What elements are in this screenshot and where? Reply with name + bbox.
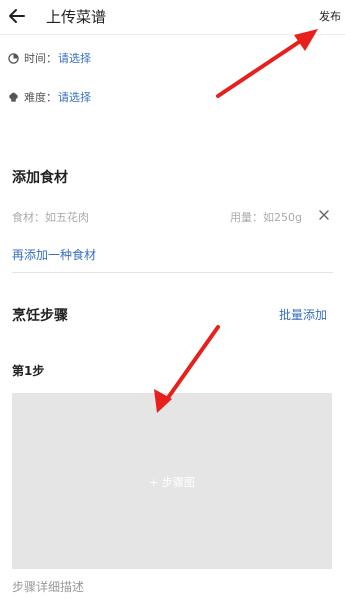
ingredient-amount-input[interactable]: 用量：如250g	[230, 209, 302, 225]
batch-add-button[interactable]: 批量添加	[279, 306, 327, 323]
time-label: 时间：	[24, 52, 57, 65]
page-title: 上传菜谱	[46, 8, 107, 26]
divider	[12, 272, 333, 273]
add-ingredient-button[interactable]: 再添加一种食材	[12, 246, 96, 263]
ingredient-name-input[interactable]: 食材：如五花肉	[12, 209, 89, 225]
step-description-input[interactable]: 步骤详细描述	[12, 578, 84, 595]
step-label: 第1步	[12, 364, 45, 378]
difficulty-row[interactable]: 难度： 请选择	[8, 88, 91, 106]
difficulty-label: 难度：	[24, 91, 57, 104]
publish-button[interactable]: 发布	[319, 8, 341, 24]
arrow-left-icon	[9, 9, 25, 23]
step-image-upload[interactable]: + 步骤图	[12, 393, 332, 569]
upload-recipe-page: 上传菜谱 发布 时间： 请选择 难度： 请选择 添加食材 食材：如五花肉 用量：…	[0, 0, 345, 600]
time-row[interactable]: 时间： 请选择	[8, 49, 91, 67]
top-bar: 上传菜谱 发布	[0, 0, 345, 35]
close-icon[interactable]	[318, 209, 330, 221]
ingredients-title: 添加食材	[12, 170, 68, 186]
difficulty-select[interactable]: 请选择	[58, 89, 91, 105]
chef-hat-icon	[9, 92, 18, 102]
back-button[interactable]	[6, 5, 28, 27]
annotation-arrow-publish	[216, 29, 318, 98]
clock-icon	[8, 52, 19, 64]
step-image-label: + 步骤图	[149, 476, 195, 489]
steps-title: 烹饪步骤	[12, 308, 68, 324]
time-select[interactable]: 请选择	[58, 50, 91, 66]
